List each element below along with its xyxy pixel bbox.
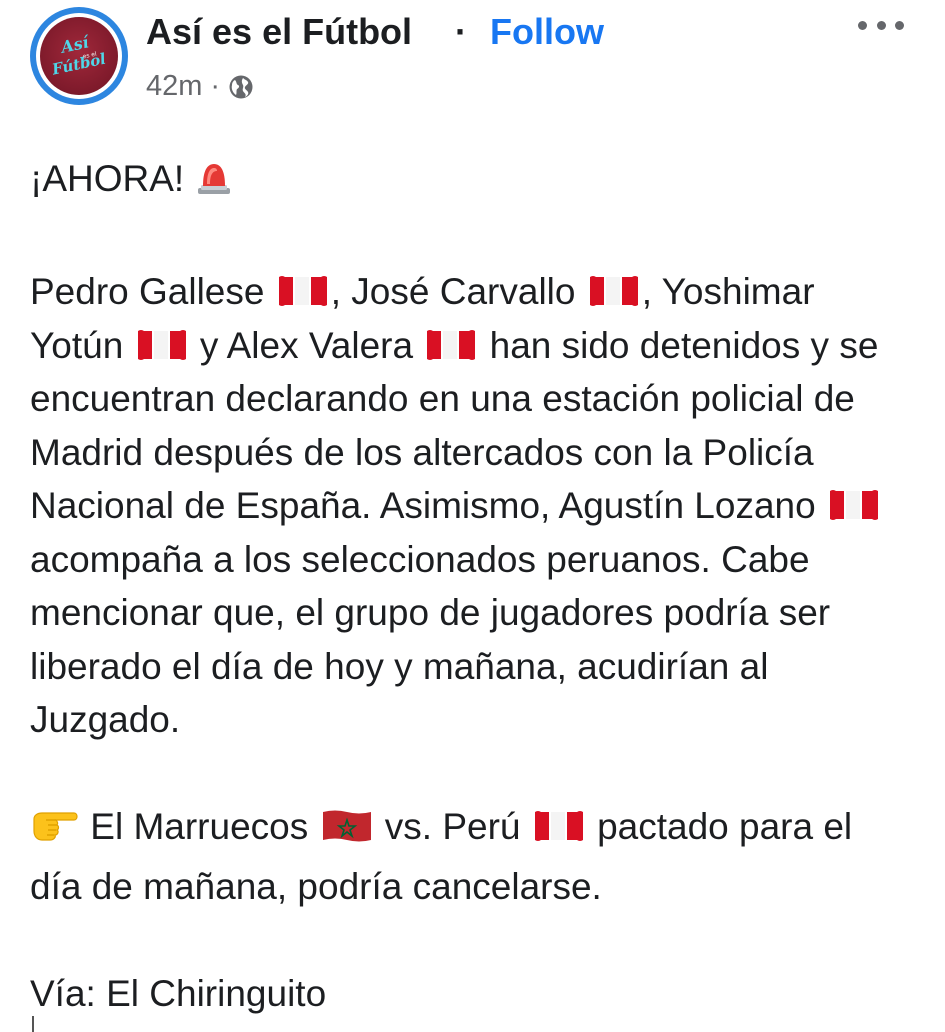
- text-segment: acompaña a los seleccionados peruanos. C…: [30, 538, 831, 741]
- more-options-icon[interactable]: [858, 10, 904, 40]
- header-separator: ·: [455, 11, 467, 52]
- peru-flag-icon: [828, 487, 880, 523]
- avatar-logo: Así es el Fútbol: [40, 17, 118, 95]
- rotating-light-icon: [194, 157, 234, 212]
- peru-flag-icon: [136, 327, 188, 363]
- globe-icon[interactable]: [228, 73, 254, 99]
- peru-flag-icon: [425, 327, 477, 363]
- page-name-link[interactable]: Así es el Fútbol: [146, 10, 412, 54]
- post-meta: 42m ·: [146, 68, 254, 104]
- headline-line: ¡AHORA!: [30, 152, 910, 212]
- text-segment: Pedro Gallese: [30, 271, 265, 312]
- follow-button[interactable]: Follow: [490, 10, 604, 54]
- meta-separator: ·: [210, 70, 221, 102]
- facebook-post: Así es el Fútbol Así es el Fútbol · Foll…: [0, 0, 945, 1032]
- text-segment: y Alex Valera: [189, 324, 414, 366]
- paragraph-detention: Pedro Gallese , José Carvallo , Yoshimar…: [30, 265, 910, 747]
- post-timestamp[interactable]: 42m: [146, 68, 202, 104]
- text-segment: vs. Perú: [374, 806, 521, 847]
- peru-flag-icon: [277, 273, 329, 309]
- paragraph-match: El Marruecos vs. Perú pactado para el dí…: [30, 800, 910, 913]
- avatar-ring: Así es el Fútbol: [36, 13, 122, 99]
- headline-text: ¡AHORA!: [30, 158, 185, 199]
- text-segment: El Marruecos: [80, 806, 309, 847]
- peru-flag-icon: [588, 273, 640, 309]
- morocco-flag-icon: [321, 808, 373, 844]
- text-segment: , José Carvallo: [330, 271, 576, 312]
- more-dot: [876, 20, 886, 30]
- page-avatar[interactable]: Así es el Fútbol: [30, 7, 128, 105]
- post-body: ¡AHORA! Pedro Gallese , José Carvallo , …: [30, 152, 910, 1020]
- more-dot: [858, 20, 867, 30]
- svg-text:Fútbol: Fútbol: [49, 50, 107, 79]
- divider-edge: [32, 1016, 34, 1032]
- peru-flag-icon: [533, 808, 585, 844]
- more-dot: [895, 20, 904, 30]
- source-line: Vía: El Chiringuito: [30, 972, 327, 1014]
- pointing-right-icon: [30, 805, 80, 860]
